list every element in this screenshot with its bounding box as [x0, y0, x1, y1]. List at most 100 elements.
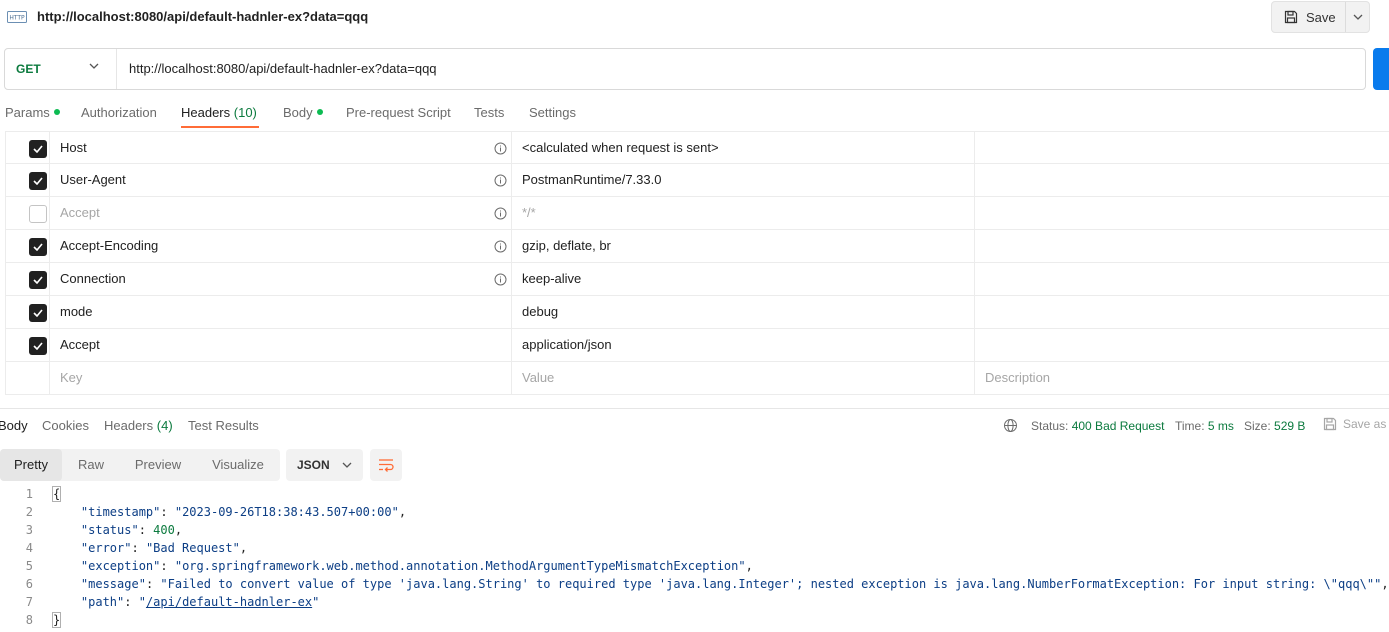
- tab-tests[interactable]: Tests: [474, 105, 504, 120]
- tab-settings[interactable]: Settings: [529, 105, 576, 120]
- table-row: Accept application/json: [5, 329, 1389, 362]
- url-input[interactable]: [129, 61, 1129, 76]
- response-body-code[interactable]: 1{ 2 "timestamp": "2023-09-26T18:38:43.5…: [0, 485, 1389, 629]
- json-key: "status": [80, 523, 139, 537]
- request-tabs: Params Authorization Headers (10) Body P…: [0, 100, 1389, 130]
- header-key-text: Host: [60, 140, 87, 155]
- code-line: 6 "message": "Failed to convert value of…: [0, 575, 1389, 593]
- code-line: 2 "timestamp": "2023-09-26T18:38:43.507+…: [0, 503, 1389, 521]
- header-checkbox[interactable]: [29, 172, 47, 190]
- header-value[interactable]: PostmanRuntime/7.33.0: [512, 164, 975, 196]
- line-number: 4: [25, 541, 33, 555]
- new-key-input[interactable]: Key: [50, 362, 512, 394]
- tab-response-headers[interactable]: Headers (4): [104, 418, 173, 433]
- response-time[interactable]: Time: 5 ms: [1175, 419, 1234, 433]
- tab-headers[interactable]: Headers (10): [181, 105, 257, 120]
- format-select[interactable]: JSON: [286, 449, 363, 481]
- line-number: 1: [25, 487, 33, 501]
- view-raw-button[interactable]: Raw: [62, 449, 120, 481]
- header-key[interactable]: Accept: [50, 197, 512, 229]
- header-checkbox[interactable]: [29, 304, 47, 322]
- header-value[interactable]: keep-alive: [512, 263, 975, 295]
- header-checkbox[interactable]: [29, 271, 47, 289]
- info-icon[interactable]: [494, 174, 507, 187]
- header-description[interactable]: [975, 132, 1389, 164]
- json-value: "2023-09-26T18:38:43.507+00:00": [174, 505, 399, 519]
- save-label: Save: [1306, 9, 1336, 25]
- header-value[interactable]: debug: [512, 296, 975, 328]
- view-visualize-button[interactable]: Visualize: [198, 449, 278, 481]
- format-label: JSON: [297, 458, 330, 472]
- header-checkbox[interactable]: [29, 238, 47, 256]
- json-quote: ": [312, 595, 320, 609]
- status-label: Status:: [1031, 419, 1069, 433]
- time-label: Time:: [1175, 419, 1205, 433]
- header-checkbox[interactable]: [29, 140, 47, 158]
- json-key: "timestamp": [80, 505, 161, 519]
- request-title: http://localhost:8080/api/default-hadnle…: [37, 9, 369, 24]
- chevron-down-icon: [89, 63, 99, 69]
- table-row-new: Key Value Description: [5, 362, 1389, 395]
- info-icon[interactable]: [494, 142, 507, 155]
- table-row: Connection keep-alive: [5, 263, 1389, 296]
- header-checkbox[interactable]: [29, 205, 47, 223]
- response-size[interactable]: Size: 529 B: [1244, 419, 1305, 433]
- tab-response-headers-label: Headers: [104, 418, 154, 433]
- info-icon[interactable]: [494, 240, 507, 253]
- info-icon[interactable]: [494, 273, 507, 286]
- tab-test-results[interactable]: Test Results: [188, 418, 259, 433]
- header-description[interactable]: [975, 230, 1389, 262]
- header-description[interactable]: [975, 164, 1389, 196]
- header-key[interactable]: mode: [50, 296, 512, 328]
- svg-text:HTTP: HTTP: [9, 15, 25, 22]
- tab-response-headers-count: (4): [156, 418, 173, 433]
- json-key: "message": [80, 577, 146, 591]
- header-description[interactable]: [975, 263, 1389, 295]
- line-number: 2: [25, 505, 33, 519]
- headers-table: Host <calculated when request is sent> U…: [5, 131, 1389, 395]
- header-checkbox[interactable]: [29, 337, 47, 355]
- header-description[interactable]: [975, 197, 1389, 229]
- save-button[interactable]: Save: [1272, 2, 1345, 32]
- tab-response-cookies[interactable]: Cookies: [42, 418, 89, 433]
- check-icon: [33, 276, 43, 284]
- info-icon[interactable]: [494, 207, 507, 220]
- new-value-input[interactable]: Value: [512, 362, 975, 394]
- tab-params-label: Params: [5, 105, 50, 120]
- header-key-text: Accept-Encoding: [60, 238, 159, 253]
- table-row: Host <calculated when request is sent>: [5, 131, 1389, 164]
- save-as-button[interactable]: Save as: [1323, 417, 1386, 431]
- tab-body[interactable]: Body: [283, 105, 323, 120]
- view-pretty-button[interactable]: Pretty: [0, 449, 62, 481]
- json-link[interactable]: /api/default-hadnler-ex: [146, 595, 312, 609]
- header-key[interactable]: Host: [50, 132, 512, 164]
- header-value[interactable]: */*: [512, 197, 975, 229]
- tab-pre-request-script[interactable]: Pre-request Script: [346, 105, 451, 120]
- save-icon: [1284, 10, 1298, 24]
- method-select[interactable]: GET: [5, 49, 116, 89]
- header-value[interactable]: gzip, deflate, br: [512, 230, 975, 262]
- header-key-text: User-Agent: [60, 172, 126, 187]
- save-button-group: Save: [1271, 1, 1370, 33]
- save-options-button[interactable]: [1346, 2, 1370, 32]
- wrap-lines-button[interactable]: [370, 449, 402, 481]
- wrap-lines-icon: [379, 459, 394, 472]
- header-description[interactable]: [975, 296, 1389, 328]
- status-badge[interactable]: Status: 400 Bad Request: [1031, 419, 1164, 433]
- header-key[interactable]: Accept-Encoding: [50, 230, 512, 262]
- header-value[interactable]: <calculated when request is sent>: [512, 132, 975, 164]
- tab-params[interactable]: Params: [5, 105, 60, 120]
- json-key: "exception": [80, 559, 161, 573]
- send-button[interactable]: [1373, 48, 1389, 90]
- header-description[interactable]: [975, 329, 1389, 361]
- new-description-input[interactable]: Description: [975, 362, 1389, 394]
- header-key[interactable]: Connection: [50, 263, 512, 295]
- header-key[interactable]: User-Agent: [50, 164, 512, 196]
- header-value[interactable]: application/json: [512, 329, 975, 361]
- view-preview-button[interactable]: Preview: [122, 449, 194, 481]
- tab-response-body[interactable]: Body: [0, 418, 28, 433]
- header-key[interactable]: Accept: [50, 329, 512, 361]
- tab-authorization[interactable]: Authorization: [81, 105, 157, 120]
- code-line: 1{: [0, 485, 1389, 503]
- globe-icon[interactable]: [1003, 418, 1018, 433]
